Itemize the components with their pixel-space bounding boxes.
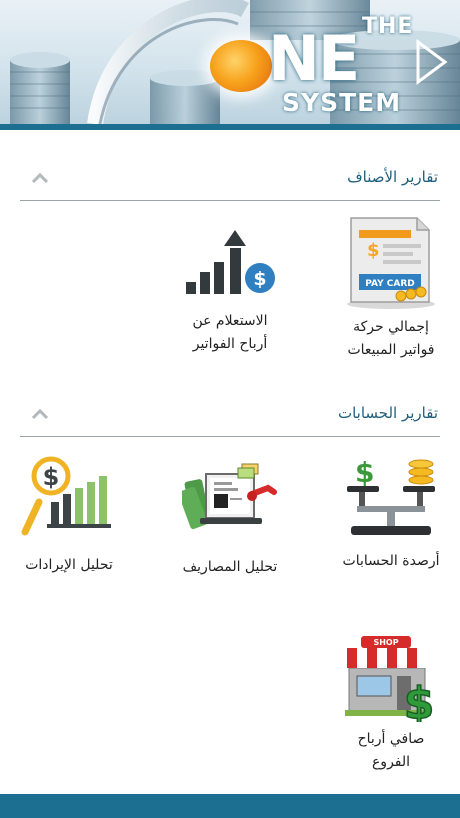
- svg-text:$: $: [367, 240, 380, 261]
- banner-divider: [0, 124, 460, 130]
- tile-revenue-analysis[interactable]: $ تحليل الإيرادات: [4, 454, 134, 577]
- tile-expenses-analysis[interactable]: تحليل المصاريف: [165, 458, 295, 579]
- svg-text:PAY CARD: PAY CARD: [365, 279, 415, 289]
- logo-orb-icon: [210, 40, 272, 92]
- chevron-up-icon[interactable]: [30, 406, 50, 422]
- pay-card-invoice-icon: $ PAY CARD: [347, 217, 435, 309]
- tile-label: صافي أرباح الفروع: [357, 731, 425, 770]
- svg-text:$: $: [355, 456, 374, 489]
- chevron-up-icon[interactable]: [30, 170, 50, 186]
- svg-text:$: $: [404, 678, 435, 722]
- tile-account-balances[interactable]: $ أرصدة الحسابات: [326, 452, 456, 573]
- logo-the: THE: [362, 14, 414, 39]
- section-header-items-reports[interactable]: تقارير الأصناف: [20, 160, 440, 201]
- branch-shop-icon: SHOP $: [345, 636, 435, 722]
- tile-invoice-profits-inquiry[interactable]: $ الاستعلام عن أرباح الفواتير: [165, 228, 295, 356]
- bottom-bar: [0, 794, 460, 818]
- logo-ne: NE: [268, 22, 360, 95]
- logo-system: SYSTEM: [282, 88, 402, 117]
- tile-label: إجمالي حركة فواتير المبيعات: [347, 319, 435, 358]
- svg-text:$: $: [43, 463, 60, 491]
- profit-bar-chart-icon: $: [186, 230, 275, 294]
- section-title: تقارير الحسابات: [337, 404, 438, 422]
- section-header-accounts-reports[interactable]: تقارير الحسابات: [20, 396, 440, 437]
- svg-text:$: $: [253, 268, 266, 290]
- section-title: تقارير الأصناف: [347, 168, 438, 186]
- tile-branches-net-profit[interactable]: SHOP $ صافي أرباح الفروع: [326, 634, 456, 774]
- tile-sales-invoices-movement[interactable]: $ PAY CARD إجمالي حركة فواتير المبيعات: [326, 214, 456, 362]
- svg-text:SHOP: SHOP: [373, 638, 398, 647]
- tile-label: تحليل المصاريف: [182, 559, 278, 575]
- tile-label: الاستعلام عن أرباح الفواتير: [192, 313, 268, 352]
- balance-scale-icon: $: [347, 456, 435, 535]
- expenses-laptop-icon: [182, 463, 277, 530]
- header-banner: THE NE SYSTEM: [0, 0, 460, 124]
- tile-label: تحليل الإيرادات: [25, 557, 113, 573]
- revenue-magnifier-chart-icon: $: [21, 456, 111, 536]
- tile-label: أرصدة الحسابات: [342, 553, 440, 569]
